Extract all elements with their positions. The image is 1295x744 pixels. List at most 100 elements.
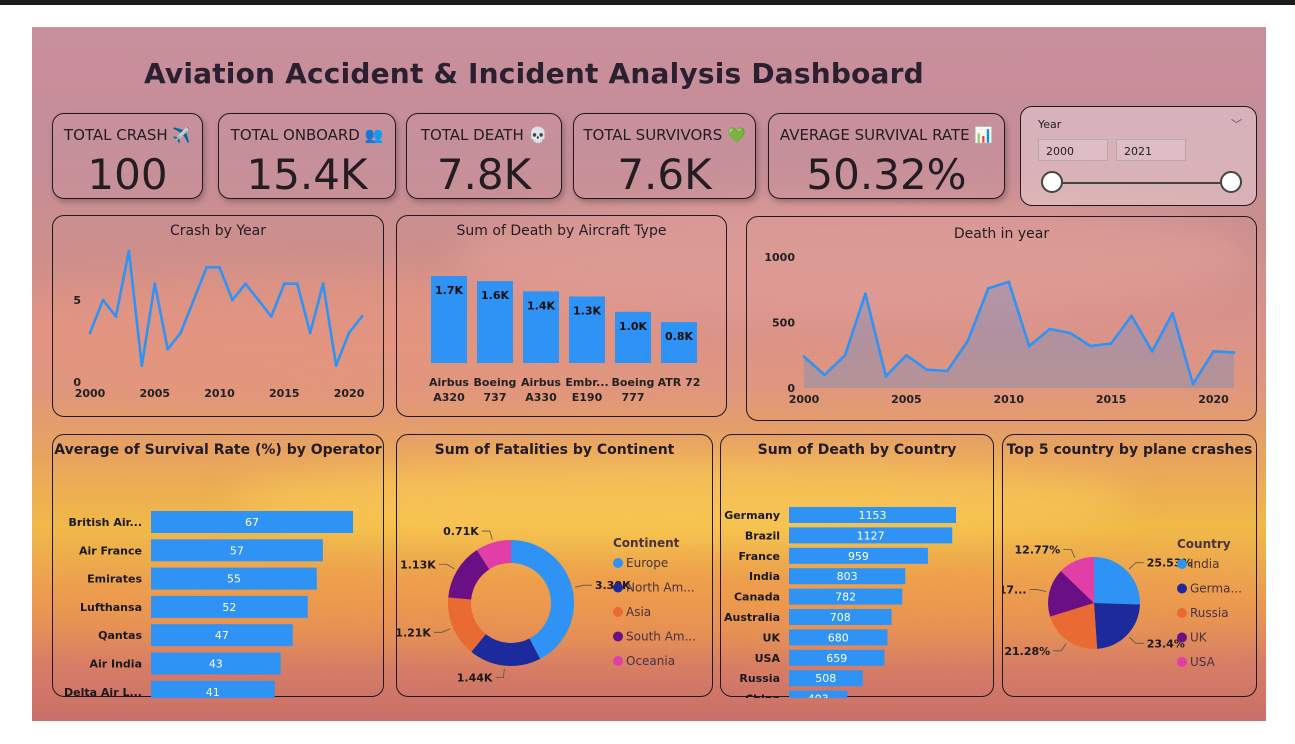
category-label: China bbox=[745, 693, 780, 698]
data-point bbox=[1068, 331, 1072, 335]
bar-value-label: 1.4K bbox=[527, 299, 555, 312]
death-in-year-panel: Death in year 2000 2005 2010 2015 2020 0 500 10… bbox=[746, 216, 1257, 421]
category-label: ATR 72 bbox=[658, 376, 701, 389]
data-point bbox=[1150, 349, 1154, 353]
top5-country-crashes-panel: Top 5 country by plane crashes 25.53% 23.… bbox=[1002, 434, 1257, 697]
category-label: Emirates bbox=[87, 573, 142, 586]
dashboard-title: Aviation Accident & Incident Analysis Da… bbox=[144, 57, 924, 90]
data-point bbox=[218, 265, 221, 269]
kpi-total-crash-value: 100 bbox=[87, 150, 168, 199]
bar-value-label: 680 bbox=[828, 631, 849, 644]
kpi-total-onboard-card[interactable]: TOTAL ONBOARD 👥 15.4K bbox=[218, 113, 396, 199]
legend-swatch bbox=[613, 631, 623, 642]
legend-swatch bbox=[613, 656, 623, 666]
crash-by-year-chart[interactable]: 2000 2005 2010 2015 202005 bbox=[53, 216, 385, 418]
data-point bbox=[295, 282, 299, 286]
kpi-total-death-card[interactable]: TOTAL DEATH 💀 7.8K bbox=[406, 113, 562, 199]
kpi-total-crash-card[interactable]: TOTAL CRASH ✈️ 100 bbox=[52, 113, 203, 199]
data-point bbox=[347, 331, 351, 335]
data-point bbox=[1007, 280, 1011, 284]
bar-value-label: 959 bbox=[848, 550, 869, 563]
category-label: Air India bbox=[89, 658, 142, 671]
category-label: USA bbox=[755, 652, 781, 665]
category-label: A330 bbox=[525, 391, 557, 404]
category-label: British Air... bbox=[69, 516, 143, 529]
data-point bbox=[802, 355, 806, 358]
legend-label: Europe bbox=[626, 556, 668, 570]
series-line bbox=[88, 249, 364, 367]
data-point bbox=[334, 364, 338, 368]
year-slicer[interactable]: Year ﹀ 2000 2021 bbox=[1020, 106, 1257, 206]
x-tick-label: 2020 bbox=[334, 387, 365, 400]
year-from-input[interactable]: 2000 bbox=[1038, 139, 1108, 161]
legend-swatch bbox=[1177, 583, 1187, 594]
kpi-total-survivors-card[interactable]: TOTAL SURVIVORS 💚 7.6K bbox=[573, 113, 756, 199]
kpi-total-death-value: 7.8K bbox=[436, 150, 532, 199]
data-point bbox=[360, 315, 364, 318]
bar-value-label: 1153 bbox=[859, 509, 887, 522]
death-in-year-chart[interactable]: 2000 2005 2010 2015 202005001000 bbox=[747, 217, 1258, 422]
pie-slice bbox=[511, 540, 574, 659]
bar-value-label: 403 bbox=[808, 693, 829, 698]
slice-value-label: 1.13K bbox=[400, 558, 436, 571]
year-range-start-handle[interactable] bbox=[1041, 171, 1063, 193]
year-range-track[interactable] bbox=[1053, 182, 1231, 184]
category-label: Qantas bbox=[98, 629, 142, 642]
y-tick-label: 0 bbox=[73, 376, 81, 389]
death-by-aircraft-panel: Sum of Death by Aircraft Type 1.7K Airbus… bbox=[396, 215, 727, 417]
bar-value-label: 782 bbox=[835, 591, 856, 604]
category-label: Airbus bbox=[521, 376, 561, 389]
kpi-average-survival-rate-label: AVERAGE SURVIVAL RATE 📊 bbox=[779, 126, 994, 144]
kpi-average-survival-rate-card[interactable]: AVERAGE SURVIVAL RATE 📊 50.32% bbox=[768, 113, 1005, 199]
legend-label: South Am... bbox=[626, 630, 696, 644]
legend-label: India bbox=[1190, 557, 1219, 571]
slice-value-label: 1.21K bbox=[397, 626, 431, 639]
kpi-total-survivors-label: TOTAL SURVIVORS 💚 bbox=[583, 126, 746, 144]
death-by-country-chart[interactable]: 1153 Germany 1127 Brazil 959 France 803 India 78… bbox=[721, 435, 995, 698]
leader-line bbox=[1128, 562, 1144, 570]
bar-value-label: 508 bbox=[815, 672, 836, 685]
data-point bbox=[231, 298, 234, 302]
category-label: India bbox=[749, 570, 780, 583]
bar-value-label: 41 bbox=[206, 686, 220, 698]
kpi-total-onboard-label: TOTAL ONBOARD 👥 bbox=[230, 126, 384, 144]
legend-label: USA bbox=[1190, 655, 1216, 669]
legend-label: Oceania bbox=[626, 654, 675, 668]
kpi-total-death-label: TOTAL DEATH 💀 bbox=[420, 126, 548, 144]
year-range-end-handle[interactable] bbox=[1220, 171, 1242, 193]
bar-value-label: 1127 bbox=[857, 529, 885, 542]
bar-value-label: 43 bbox=[209, 658, 223, 671]
fatalities-by-continent-panel: Sum of Fatalities by Continent 3.30K 1.44… bbox=[396, 434, 713, 697]
slice-value-label: 12.77% bbox=[1015, 544, 1061, 557]
data-point bbox=[1171, 311, 1174, 315]
bar-value-label: 708 bbox=[830, 611, 851, 624]
window-top-bar bbox=[0, 0, 1295, 5]
data-point bbox=[966, 339, 970, 343]
top5-country-crashes-chart[interactable]: 25.53%23.4%21.28%17...12.77%CountryIndia… bbox=[1003, 435, 1258, 698]
legend-label: North Am... bbox=[626, 581, 695, 595]
survival-by-operator-chart[interactable]: 67 British Air... 57 Air France 55 Emirates 52… bbox=[53, 435, 385, 698]
data-point bbox=[1089, 344, 1093, 348]
slice-value-label: 1.44K bbox=[457, 672, 493, 685]
bar-value-label: 55 bbox=[227, 573, 241, 586]
kpi-total-crash-label: TOTAL CRASH ✈️ bbox=[63, 126, 192, 144]
leader-line bbox=[1128, 636, 1144, 644]
year-to-input[interactable]: 2021 bbox=[1116, 139, 1186, 161]
legend-label: UK bbox=[1190, 631, 1208, 645]
data-point bbox=[1109, 342, 1113, 345]
data-point bbox=[179, 331, 183, 335]
legend-swatch bbox=[1177, 608, 1187, 618]
x-tick-label: 2010 bbox=[993, 393, 1024, 406]
y-tick-label: 500 bbox=[772, 317, 795, 330]
data-point bbox=[282, 282, 286, 286]
fatalities-by-continent-chart[interactable]: 3.30K1.44K1.21K1.13K0.71KContinentEurope… bbox=[397, 435, 714, 698]
y-tick-label: 5 bbox=[73, 294, 81, 307]
dashboard-canvas: Aviation Accident & Incident Analysis Da… bbox=[32, 27, 1266, 721]
kpi-average-survival-rate-value: 50.32% bbox=[806, 150, 967, 199]
data-point bbox=[205, 265, 208, 269]
x-tick-label: 2015 bbox=[269, 387, 300, 400]
death-by-aircraft-chart[interactable]: 1.7K Airbus A320 1.6K Boeing 737 1.4K Airbus A33… bbox=[397, 216, 728, 418]
data-point bbox=[321, 282, 325, 286]
chevron-down-icon[interactable]: ﹀ bbox=[1231, 116, 1242, 132]
data-point bbox=[244, 282, 247, 286]
